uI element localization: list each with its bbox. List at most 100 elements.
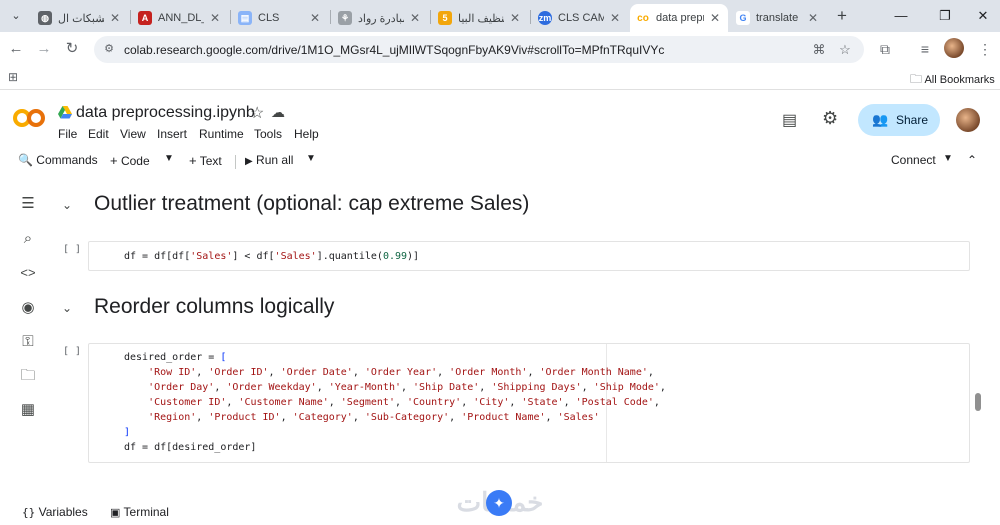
people-icon: 👥 xyxy=(872,112,889,127)
section-collapse-chevron-icon[interactable]: ⌄ xyxy=(62,301,72,315)
add-text-label: Text xyxy=(199,154,222,168)
connect-dropdown-icon[interactable]: ▼ xyxy=(943,153,953,164)
close-window-button[interactable]: ✕ xyxy=(968,6,998,26)
files-folder-icon[interactable]: 🗀 xyxy=(17,365,39,387)
apps-grid-icon[interactable]: ⊞ xyxy=(8,70,24,86)
tab-title: CLS CAM_ xyxy=(558,12,604,24)
pdf-favicon-icon: A xyxy=(138,11,152,25)
extensions-icon[interactable]: ⧉ xyxy=(875,39,895,59)
run-all-button[interactable]: ▶ Run all xyxy=(245,153,293,167)
settings-gear-icon[interactable]: ⚙ xyxy=(822,108,838,129)
cell-run-button[interactable]: [ ] xyxy=(63,244,81,255)
code-dropdown-icon[interactable]: ▼ xyxy=(164,153,174,164)
cell-run-button[interactable]: [ ] xyxy=(63,346,81,357)
section-heading: Reorder columns logically xyxy=(94,295,335,318)
comments-icon[interactable]: ▤ xyxy=(782,110,797,130)
folder-icon: 🗀 xyxy=(910,72,923,86)
browser-tab[interactable]: ◍ الشبكات ال ✕ xyxy=(32,4,128,32)
browser-tab[interactable]: G translate ✕ xyxy=(730,4,826,32)
scrollbar-thumb[interactable] xyxy=(975,393,981,411)
search-icon: 🔍 xyxy=(18,153,33,167)
browser-tab-strip: ⌄ ◍ الشبكات ال ✕ A ANN_DL_A ✕ ▤ CLS ✕ ⚘ … xyxy=(0,0,1000,32)
key-icon[interactable]: ⚿ xyxy=(17,331,39,353)
browser-tab-active[interactable]: co data prepro ✕ xyxy=(630,4,728,32)
browser-tab[interactable]: zm CLS CAM_ ✕ xyxy=(532,4,628,32)
browser-tab[interactable]: A ANN_DL_A ✕ xyxy=(132,4,228,32)
close-tab-icon[interactable]: ✕ xyxy=(208,11,222,25)
variables-label: Variables xyxy=(38,505,88,519)
doc-favicon-icon: ▤ xyxy=(238,11,252,25)
new-tab-button[interactable]: + xyxy=(832,6,852,26)
bookmark-star-icon[interactable]: ☆ xyxy=(836,41,854,59)
code-cell[interactable]: desired_order = [ 'Row ID', 'Order ID', … xyxy=(88,343,970,463)
account-avatar[interactable] xyxy=(956,108,980,132)
back-arrow-icon[interactable]: ← xyxy=(6,39,26,59)
close-tab-icon[interactable]: ✕ xyxy=(308,11,322,25)
site-info-icon[interactable]: ⚙ xyxy=(102,42,116,56)
plus-icon: + xyxy=(110,153,118,168)
section-heading: Outlier treatment (optional: cap extreme… xyxy=(94,192,530,215)
terminal-icon: ▣ xyxy=(110,507,121,519)
code-line[interactable]: df = df[df['Sales'] < df['Sales'].quanti… xyxy=(124,249,419,264)
menu-file[interactable]: File xyxy=(58,127,77,141)
add-text-button[interactable]: + Text xyxy=(189,153,222,168)
notebook-toolbar: 🔍 Commands + Code ▼ + Text ▶ Run all ▼ C… xyxy=(0,146,1000,176)
zoom-favicon-icon: zm xyxy=(538,11,552,25)
menu-runtime[interactable]: Runtime xyxy=(199,127,244,141)
browser-tab[interactable]: ⚘ مبادرة رواد ✕ xyxy=(332,4,428,32)
colab-favicon-icon: co xyxy=(636,11,650,25)
close-tab-icon[interactable]: ✕ xyxy=(108,11,122,25)
variables-button[interactable]: {} Variables xyxy=(22,505,88,519)
add-code-button[interactable]: + Code xyxy=(110,153,150,168)
tab-title: تنظيف البيا xyxy=(458,12,504,25)
run-all-label: Run all xyxy=(256,153,294,167)
tab-title: ANN_DL_A xyxy=(158,12,204,24)
menu-edit[interactable]: Edit xyxy=(88,127,109,141)
tab-title: data prepro xyxy=(656,12,704,24)
menu-tools[interactable]: Tools xyxy=(254,127,282,141)
forward-arrow-icon[interactable]: → xyxy=(34,39,54,59)
table-of-contents-icon[interactable]: ☰ xyxy=(17,193,39,215)
cloud-saved-icon[interactable]: ☁ xyxy=(271,104,285,121)
code-snippets-icon[interactable]: <> xyxy=(17,262,39,284)
add-code-label: Code xyxy=(120,154,150,168)
collapse-header-icon[interactable]: ⌃ xyxy=(967,153,977,167)
terminal-button[interactable]: ▣ Terminal xyxy=(110,505,169,519)
find-replace-icon[interactable]: ⌕ xyxy=(17,228,39,250)
browser-profile-avatar[interactable] xyxy=(944,38,964,58)
menu-help[interactable]: Help xyxy=(294,127,319,141)
code-cell[interactable]: df = df[df['Sales'] < df['Sales'].quanti… xyxy=(88,241,970,271)
menu-insert[interactable]: Insert xyxy=(157,127,187,141)
commands-label: Commands xyxy=(36,153,98,167)
google-drive-icon[interactable] xyxy=(58,106,72,120)
close-tab-icon[interactable]: ✕ xyxy=(806,11,820,25)
close-tab-icon[interactable]: ✕ xyxy=(608,11,622,25)
notebook-title[interactable]: data preprocessing.ipynb xyxy=(76,104,255,122)
restore-button[interactable]: ❐ xyxy=(930,6,960,26)
translate-icon[interactable]: ⌘ xyxy=(810,41,828,59)
secrets-icon[interactable]: ◉ xyxy=(17,297,39,319)
close-tab-icon[interactable]: ✕ xyxy=(408,11,422,25)
data-table-icon[interactable]: ▦ xyxy=(17,399,39,421)
close-tab-icon[interactable]: ✕ xyxy=(708,11,722,25)
address-bar[interactable]: ⚙ colab.research.google.com/drive/1M1O_M… xyxy=(94,36,864,63)
browser-tab[interactable]: ▤ CLS ✕ xyxy=(232,4,328,32)
colab-logo[interactable] xyxy=(12,108,46,128)
share-button[interactable]: 👥 Share xyxy=(858,104,940,136)
reload-icon[interactable]: ↻ xyxy=(62,39,82,59)
close-tab-icon[interactable]: ✕ xyxy=(508,11,522,25)
media-controls-icon[interactable]: ≡ xyxy=(915,39,935,59)
run-all-dropdown-icon[interactable]: ▼ xyxy=(306,153,316,164)
code-block[interactable]: desired_order = [ 'Row ID', 'Order ID', … xyxy=(124,350,666,455)
star-icon[interactable]: ☆ xyxy=(250,103,264,123)
menu-view[interactable]: View xyxy=(120,127,146,141)
tab-search-icon[interactable]: ⌄ xyxy=(6,7,26,25)
browser-menu-icon[interactable]: ⋮ xyxy=(975,39,995,59)
all-bookmarks-button[interactable]: 🗀 All Bookmarks xyxy=(910,70,995,91)
browser-tab[interactable]: 5 تنظيف البيا ✕ xyxy=(432,4,528,32)
commands-button[interactable]: 🔍 Commands xyxy=(18,153,98,167)
section-collapse-chevron-icon[interactable]: ⌄ xyxy=(62,198,72,212)
url-text[interactable]: colab.research.google.com/drive/1M1O_MGs… xyxy=(124,43,664,57)
connect-button[interactable]: Connect xyxy=(891,153,936,167)
minimize-button[interactable]: — xyxy=(886,6,916,26)
